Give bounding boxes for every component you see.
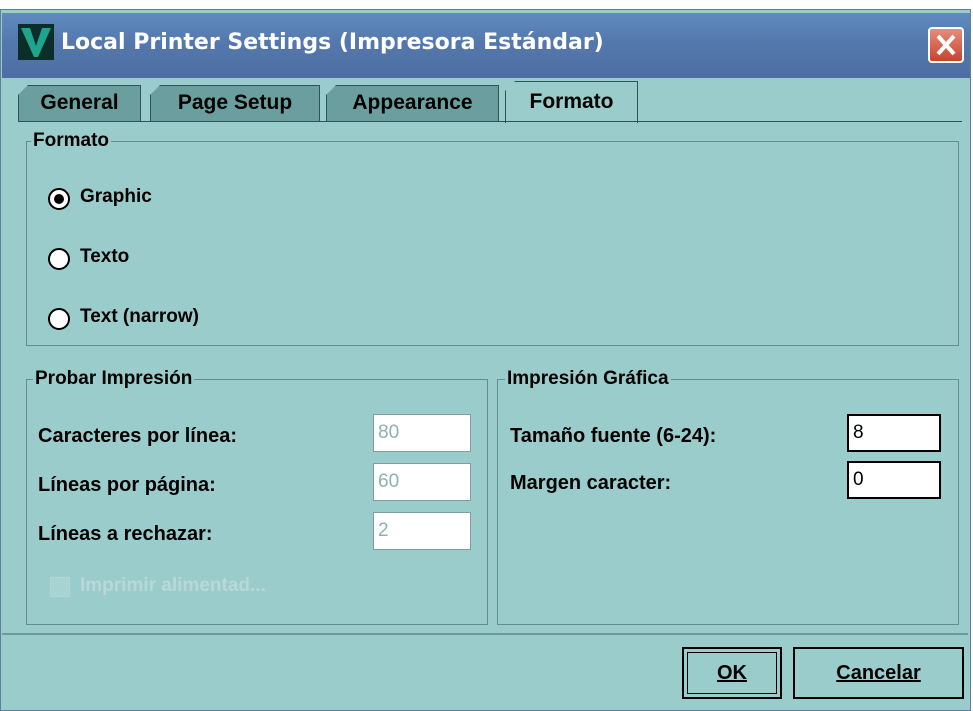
radio-button[interactable] — [48, 308, 70, 330]
cancel-button[interactable]: Cancelar — [793, 647, 964, 699]
close-icon — [936, 34, 956, 56]
radio-button[interactable] — [48, 248, 70, 270]
tab-appearance[interactable]: Appearance — [326, 85, 499, 121]
tamano-fuente-input[interactable] — [847, 414, 941, 452]
radio-text-narrow-label: Text (narrow) — [80, 306, 199, 327]
caracteres-label: Caracteres por línea: — [38, 425, 237, 447]
formato-group-title: Formato — [31, 130, 111, 152]
tab-formato[interactable]: Formato — [505, 81, 638, 123]
margen-caracter-input[interactable] — [847, 461, 941, 499]
lineas-rechazar-input[interactable] — [373, 512, 471, 550]
impresion-grafica-title: Impresión Gráfica — [505, 368, 671, 390]
cancel-button-label: Cancelar — [836, 662, 921, 684]
ok-button[interactable]: OK — [682, 647, 782, 699]
radio-button-selected[interactable] — [48, 188, 70, 210]
lineas-pagina-input[interactable] — [373, 463, 471, 501]
probar-impresion-title: Probar Impresión — [33, 368, 195, 390]
ok-button-focus-ring — [687, 652, 777, 694]
caracteres-input[interactable] — [373, 414, 471, 452]
close-button[interactable] — [928, 27, 964, 63]
button-bar-separator — [2, 633, 968, 635]
imprimir-alimentado-checkbox[interactable] — [50, 577, 70, 597]
radio-graphic-label: Graphic — [80, 186, 152, 207]
tamano-fuente-label: Tamaño fuente (6-24): — [510, 425, 717, 447]
window-title: Local Printer Settings (Impresora Estánd… — [61, 30, 604, 55]
lineas-pagina-label: Líneas por página: — [38, 474, 216, 496]
app-logo-icon — [18, 24, 54, 60]
lineas-rechazar-label: Líneas a rechazar: — [38, 523, 213, 545]
tab-general[interactable]: General — [18, 85, 141, 121]
imprimir-alimentado-label: Imprimir alimentad... — [80, 575, 266, 596]
margen-caracter-label: Margen caracter: — [510, 472, 672, 494]
radio-texto-label: Texto — [80, 246, 130, 267]
tab-page-setup[interactable]: Page Setup — [150, 85, 320, 121]
